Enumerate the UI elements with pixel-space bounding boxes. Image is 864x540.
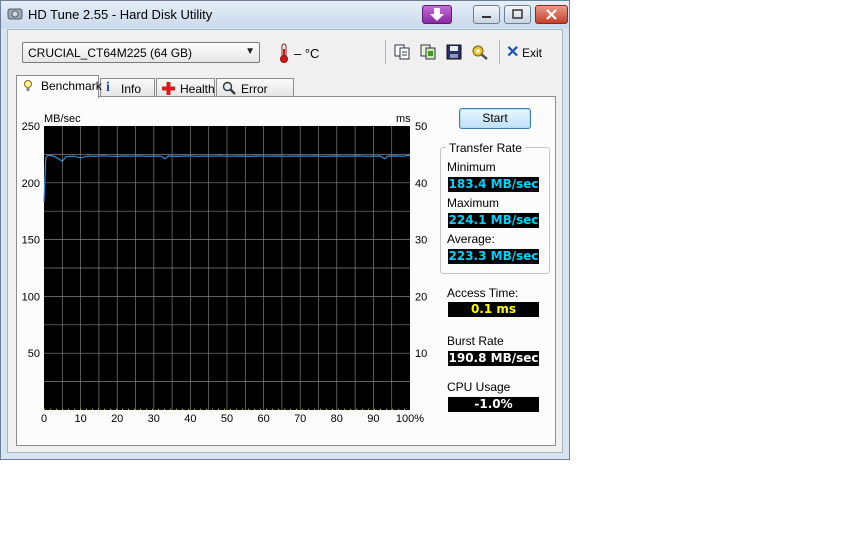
x-tick-label: 40 <box>184 413 196 425</box>
x-tick-label: 90 <box>367 413 379 425</box>
x-tick-label: 50 <box>221 413 233 425</box>
x-tick-label: 30 <box>148 413 160 425</box>
maximum-label: Maximum <box>447 196 500 210</box>
tab-benchmark-label: Benchmark <box>41 79 102 93</box>
maximum-value: 224.1 MB/sec <box>448 213 539 228</box>
y-right-tick-label: 20 <box>415 291 427 303</box>
y-right-tick-label: 50 <box>415 121 427 133</box>
cpu-usage-label: CPU Usage <box>447 380 511 394</box>
y-right-tick-label: 30 <box>415 235 427 247</box>
cpu-usage-value: -1.0% <box>448 397 539 412</box>
x-tick-label: 70 <box>294 413 306 425</box>
access-time-label: Access Time: <box>447 286 519 300</box>
right-axis-unit-label: ms <box>396 113 411 125</box>
y-left-tick-label: 150 <box>22 235 40 247</box>
burst-rate-value: 190.8 MB/sec <box>448 351 539 366</box>
x-tick-label: 80 <box>331 413 343 425</box>
y-left-tick-label: 100 <box>22 291 40 303</box>
access-time-value: 0.1 ms <box>448 302 539 317</box>
average-label: Average: <box>447 232 495 246</box>
y-left-tick-label: 50 <box>28 348 40 360</box>
minimum-value: 183.4 MB/sec <box>448 177 539 192</box>
y-left-tick-label: 250 <box>22 121 40 133</box>
x-tick-label: 10 <box>74 413 86 425</box>
start-button[interactable]: Start <box>459 108 531 129</box>
x-tick-label: 0 <box>41 413 47 425</box>
burst-rate-label: Burst Rate <box>447 334 504 348</box>
chart-grid <box>44 126 410 410</box>
y-left-tick-label: 200 <box>22 178 40 190</box>
y-right-tick-label: 10 <box>415 348 427 360</box>
x-tick-label: 60 <box>257 413 269 425</box>
x-tick-label: 20 <box>111 413 123 425</box>
benchmark-icon <box>24 80 32 91</box>
x-tick-label: 100% <box>396 413 424 425</box>
transfer-rate-title: Transfer Rate <box>446 141 525 155</box>
y-right-tick-label: 40 <box>415 178 427 190</box>
minimum-label: Minimum <box>447 160 496 174</box>
tab-benchmark[interactable]: Benchmark <box>16 75 102 98</box>
average-value: 223.3 MB/sec <box>448 249 539 264</box>
left-axis-unit-label: MB/sec <box>44 113 81 125</box>
